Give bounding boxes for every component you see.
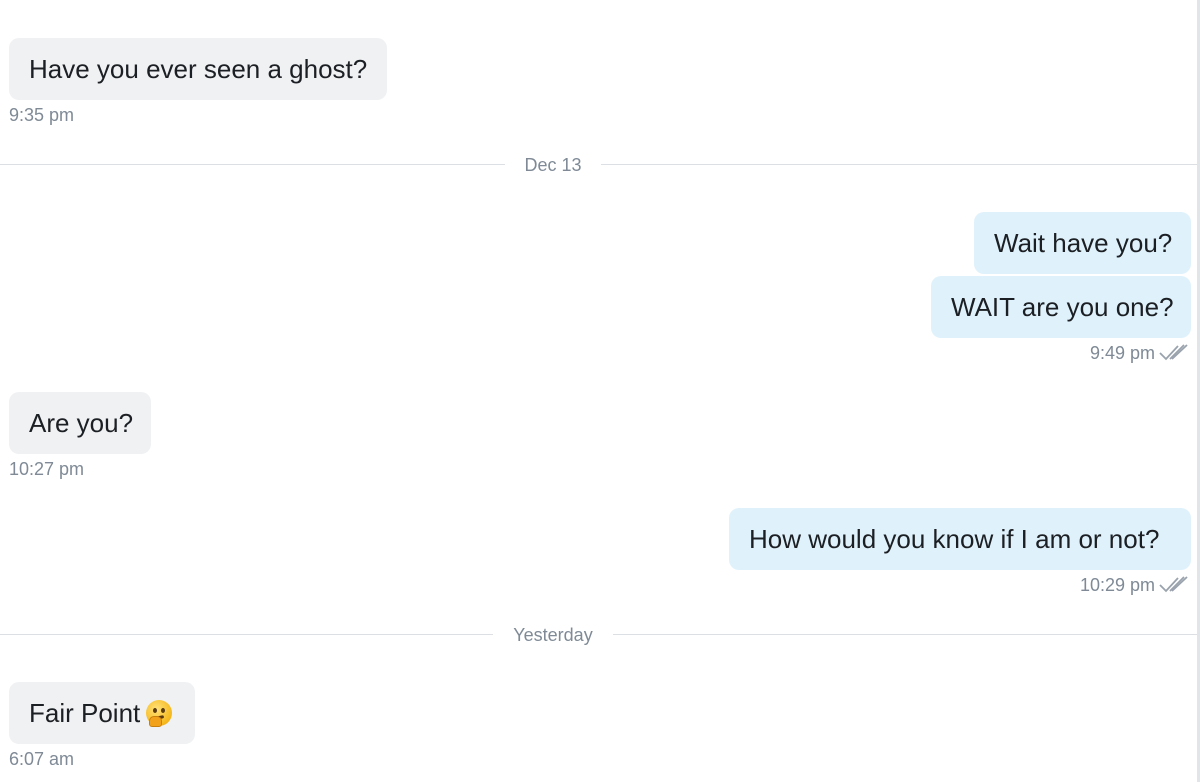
message-text: Have you ever seen a ghost? (29, 54, 368, 84)
message-text: Are you? (29, 408, 134, 438)
message-bubble-outgoing[interactable]: WAIT are you one? (931, 276, 1191, 338)
message-timestamp: 10:29 pm (1079, 575, 1155, 595)
message-timestamp: 6:07 am (9, 749, 75, 769)
divider-line (601, 164, 1197, 165)
message-timestamp: 10:27 pm (9, 459, 85, 479)
double-check-icon (1159, 576, 1188, 593)
message-text: WAIT are you one? (951, 292, 1174, 322)
message-bubble-incoming[interactable]: Fair Point (9, 682, 195, 744)
message-text: Fair Point (29, 698, 141, 728)
message-text: Wait have you? (994, 228, 1173, 258)
message-timestamp: 9:35 pm (9, 105, 75, 125)
divider-line (613, 634, 1197, 635)
message-bubble-outgoing[interactable]: How would you know if I am or not? (729, 508, 1191, 570)
message-timestamp: 9:49 pm (1089, 343, 1155, 363)
message-text: How would you know if I am or not? (749, 524, 1160, 554)
date-divider: Dec 13 (0, 153, 1197, 177)
date-divider-label: Yesterday (513, 625, 593, 645)
thinking-face-emoji-icon (146, 700, 173, 727)
message-bubble-incoming[interactable]: Are you? (9, 392, 151, 454)
message-timestamp-row: 9:49 pm (1090, 343, 1191, 363)
message-timestamp-row: 10:29 pm (1080, 575, 1191, 595)
date-divider: Yesterday (0, 623, 1197, 647)
message-bubble-outgoing[interactable]: Wait have you? (974, 212, 1191, 274)
date-divider-label: Dec 13 (524, 155, 582, 175)
double-check-icon (1159, 344, 1188, 361)
message-bubble-incoming[interactable]: Have you ever seen a ghost? (9, 38, 387, 100)
